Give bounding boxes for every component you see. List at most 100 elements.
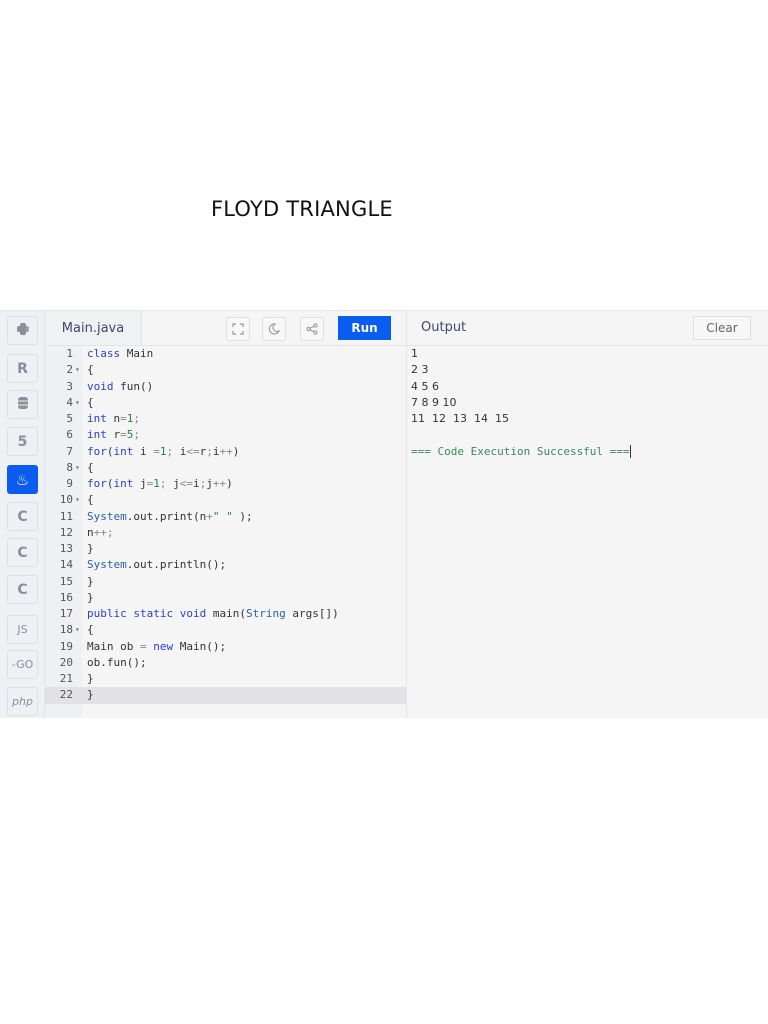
code-token: = — [139, 639, 147, 653]
code-text: n++; — [87, 525, 114, 541]
code-line[interactable]: 14 System.out.println(); — [45, 557, 407, 573]
code-token: .out.println(); — [126, 558, 227, 572]
code-text: ob.fun(); — [87, 655, 147, 671]
fullscreen-button[interactable] — [226, 317, 250, 341]
code-line[interactable]: 8 ▾ { — [45, 460, 407, 476]
language-csharp-button[interactable]: C — [7, 575, 38, 604]
javascript-icon: JS — [17, 623, 28, 636]
share-button[interactable] — [300, 317, 324, 341]
code-line[interactable]: 19 Main ob = new Main(); — [45, 639, 407, 655]
code-editor[interactable]: 1 class Main 2 ▾{3 void fun() 4 ▾{5 int n=1; 6 in… — [45, 346, 407, 704]
fold-toggle-icon[interactable]: ▾ — [75, 395, 80, 411]
code-line[interactable]: 3 void fun() — [45, 379, 407, 395]
code-line[interactable]: 12 n++; — [45, 525, 407, 541]
language-cpp-button[interactable]: C — [7, 538, 38, 567]
line-number: 10 — [59, 493, 73, 507]
code-line[interactable]: 16} — [45, 590, 407, 606]
code-text: void fun() — [87, 379, 153, 395]
code-line[interactable]: 4 ▾ { — [45, 395, 407, 411]
language-sql-button[interactable] — [7, 390, 38, 419]
code-line[interactable]: 2 ▾ { — [45, 362, 407, 378]
code-line[interactable]: 22} — [45, 687, 407, 704]
code-text: { — [87, 492, 94, 508]
line-number: 13 — [59, 542, 73, 555]
output-line: 11 12 13 14 15 — [411, 412, 509, 425]
php-icon: php — [12, 695, 33, 708]
fold-toggle-icon[interactable]: ▾ — [75, 460, 80, 476]
code-line[interactable]: 15} — [45, 574, 407, 590]
code-token: main( — [206, 607, 246, 620]
code-token: .out.print(n — [126, 509, 207, 523]
output-header: Output Clear — [407, 311, 768, 346]
java-icon: ♨ — [15, 470, 30, 489]
code-line[interactable]: 6 int r=5; — [45, 427, 407, 443]
code-token: fun() — [113, 379, 154, 393]
line-number: 7 — [66, 444, 73, 458]
line-number: 20 — [59, 655, 73, 669]
code-line[interactable]: 10 ▾ { — [45, 492, 407, 508]
r-icon: R — [17, 360, 28, 377]
language-python-button[interactable] — [7, 316, 38, 345]
code-token: void — [87, 379, 114, 393]
code-token: i — [133, 444, 154, 458]
code-token: j — [206, 477, 213, 490]
code-line[interactable]: 18 ▾ { — [45, 622, 407, 638]
c-icon: C — [17, 508, 28, 525]
code-line[interactable]: 1 class Main — [45, 346, 407, 362]
code-line[interactable]: 9 for(int j=1; j<=i;j++) — [45, 476, 407, 492]
code-token: for — [87, 477, 107, 490]
code-token: 1 — [159, 444, 167, 458]
file-tab[interactable]: Main.java — [45, 311, 142, 345]
code-token: ) — [226, 477, 233, 490]
code-token: int — [113, 444, 134, 458]
language-java-button[interactable]: ♨ — [7, 465, 38, 494]
language-javascript-button[interactable]: JS — [7, 615, 38, 644]
theme-toggle-button[interactable] — [262, 317, 286, 341]
code-token: <= — [179, 477, 193, 490]
code-token: { — [87, 363, 94, 377]
code-text: } — [87, 574, 94, 590]
line-number: 3 — [66, 379, 73, 393]
code-text: } — [87, 671, 94, 687]
code-token: ); — [232, 509, 253, 523]
execution-status: === Code Execution Successful === — [411, 444, 630, 458]
code-line[interactable]: 13} — [45, 541, 407, 557]
cpp-icon: C — [17, 544, 28, 561]
code-text: for(int j=1; j<=i;j++) — [87, 476, 233, 492]
language-html5-button[interactable]: 5 — [7, 427, 38, 456]
fold-toggle-icon[interactable]: ▾ — [75, 362, 80, 378]
language-go-button[interactable]: -GO — [7, 650, 38, 679]
code-token: } — [87, 542, 94, 555]
share-icon — [306, 323, 318, 335]
language-c-button[interactable]: C — [7, 502, 38, 531]
text-cursor — [629, 445, 631, 458]
line-number: 14 — [59, 558, 73, 572]
code-token: { — [87, 395, 94, 409]
clear-button[interactable]: Clear — [693, 316, 751, 340]
run-button[interactable]: Run — [338, 316, 391, 340]
code-token: <= — [186, 444, 200, 458]
language-php-button[interactable]: php — [7, 687, 38, 716]
output-line: 4 5 6 — [411, 379, 439, 393]
code-token: ; — [133, 428, 140, 442]
code-line[interactable]: 21} — [45, 671, 407, 687]
code-line[interactable]: 17 public static void main(String args[]) — [45, 606, 407, 622]
code-token: ; — [206, 444, 213, 458]
code-text: System.out.println(); — [87, 557, 226, 573]
code-token: } — [87, 672, 94, 685]
fold-toggle-icon[interactable]: ▾ — [75, 492, 80, 508]
code-line[interactable]: 5 int n=1; — [45, 411, 407, 427]
panel-divider[interactable] — [406, 311, 407, 718]
fullscreen-icon — [232, 323, 244, 335]
code-token: ) — [232, 444, 240, 458]
language-r-button[interactable]: R — [7, 354, 38, 383]
line-number: 6 — [66, 428, 73, 442]
line-number: 16 — [59, 590, 73, 604]
code-line[interactable]: 7 for(int i =1; i<=r;i++) — [45, 444, 407, 460]
code-line[interactable]: 20 ob.fun(); — [45, 655, 407, 671]
output-line: 2 3 — [411, 363, 429, 377]
code-line[interactable]: 11 System.out.print(n+" " ); — [45, 509, 407, 525]
code-text: class Main — [87, 346, 153, 362]
fold-toggle-icon[interactable]: ▾ — [75, 622, 80, 638]
code-token: String — [245, 607, 286, 620]
